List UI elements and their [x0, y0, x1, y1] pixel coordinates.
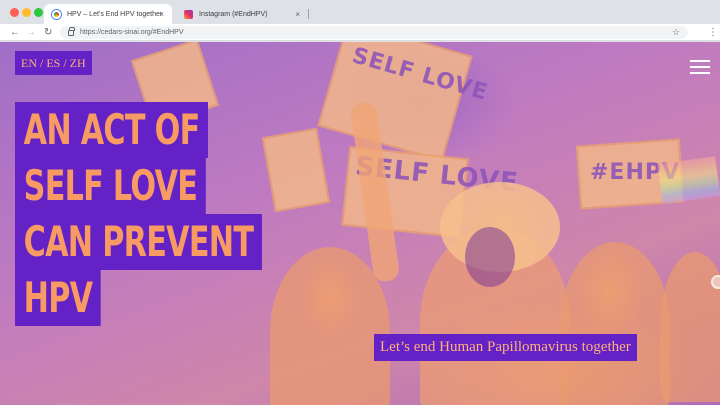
hamburger-menu-icon[interactable] [690, 60, 710, 74]
protest-sign [261, 127, 331, 213]
forward-arrow-icon[interactable]: → [26, 26, 36, 39]
tab-hpv[interactable]: HPV – Let’s End HPV together × [44, 4, 172, 24]
chrome-favicon-icon [52, 9, 61, 19]
browser-toolbar: ← → ↻ https://cedars-sinai.org/#EndHPV ☆… [0, 24, 720, 41]
headline-line: SELF LOVE [15, 158, 206, 214]
tab-close-icon[interactable]: × [295, 10, 300, 19]
back-arrow-icon[interactable]: ← [10, 26, 20, 39]
lock-icon [68, 26, 75, 36]
crowd-person [270, 247, 390, 405]
language-switcher[interactable]: EN / ES / ZH [15, 51, 92, 75]
crowd-person [560, 242, 670, 405]
tab-divider [308, 9, 309, 19]
hero-tagline: Let’s end Human Papillomavirus together [374, 334, 637, 361]
tab-title: HPV – Let’s End HPV together [67, 10, 163, 18]
instagram-favicon-icon [184, 9, 193, 19]
headline-line: CAN PREVENT [15, 214, 262, 270]
tab-title: Instagram (#EndHPV) [199, 10, 268, 18]
headline-line: HPV [15, 270, 101, 326]
maximize-window-button[interactable] [34, 8, 43, 17]
bookmark-star-icon[interactable]: ☆ [672, 27, 680, 38]
url-text: https://cedars-sinai.org/#EndHPV [80, 29, 184, 36]
browser-tabstrip: HPV – Let’s End HPV together × Instagram… [0, 0, 720, 24]
crowd-person [660, 252, 720, 402]
reload-icon[interactable]: ↻ [44, 26, 52, 39]
tab-close-icon[interactable]: × [159, 10, 164, 19]
headline-line: AN ACT OF [15, 102, 209, 158]
page-viewport: SELF LOVE SELF LOVE #EHPV EN / ES / ZH A… [0, 42, 720, 405]
address-bar[interactable]: https://cedars-sinai.org/#EndHPV ☆ [60, 26, 688, 39]
minimize-window-button[interactable] [22, 8, 31, 17]
browser-menu-icon[interactable]: ⋮ [708, 26, 718, 39]
smiling-face [465, 227, 515, 287]
scroll-handle[interactable] [711, 275, 720, 289]
close-window-button[interactable] [10, 8, 19, 17]
tab-instagram[interactable]: Instagram (#EndHPV) × [176, 4, 308, 24]
hero-headline: AN ACT OF SELF LOVE CAN PREVENT HPV [15, 102, 265, 326]
pride-flag [657, 156, 720, 204]
